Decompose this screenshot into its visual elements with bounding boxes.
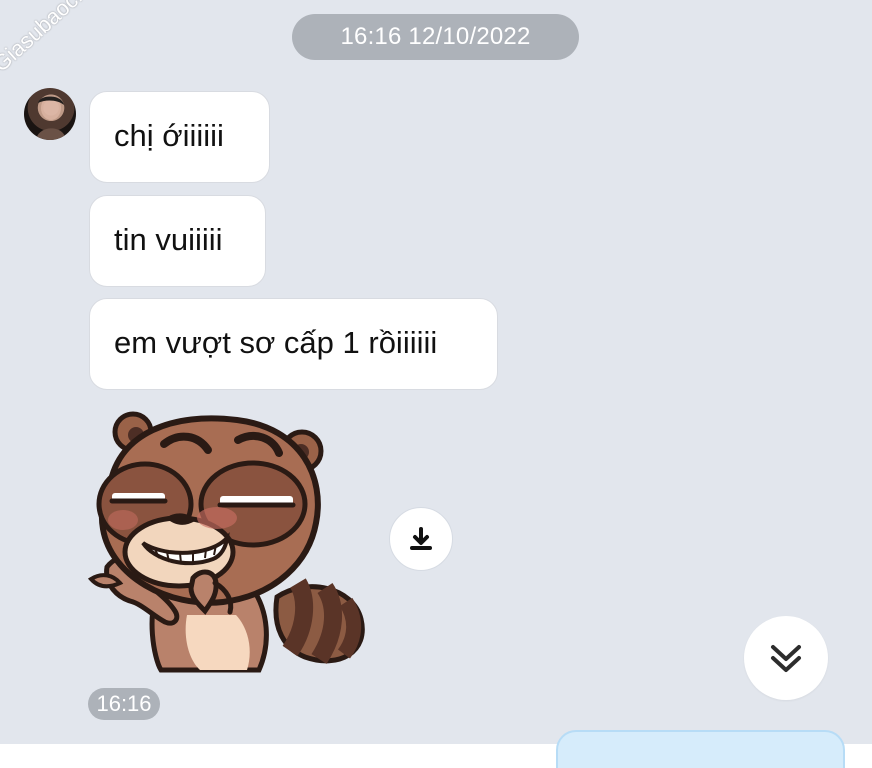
message-time: 16:16 xyxy=(88,688,160,720)
chat-screen: 16:16 12/10/2022 Giasubaochau.net chị ới… xyxy=(0,0,872,768)
download-button[interactable] xyxy=(389,507,453,571)
raccoon-sticker[interactable] xyxy=(87,407,371,675)
double-chevron-down-icon xyxy=(771,645,801,672)
scroll-down-button[interactable] xyxy=(744,616,828,700)
message-text-3: em vượt sơ cấp 1 rồiiiiii xyxy=(114,325,438,360)
message-text-2: tin vuiiiii xyxy=(114,222,223,257)
watermark-text: Giasubaochau.net xyxy=(0,0,138,77)
message-bubble-3[interactable]: em vượt sơ cấp 1 rồiiiiii xyxy=(89,298,498,390)
avatar-image xyxy=(36,96,66,140)
download-icon xyxy=(410,527,432,550)
avatar[interactable] xyxy=(24,88,76,140)
message-bubble-1[interactable]: chị ớiiiiii xyxy=(89,91,270,183)
outgoing-message-peek[interactable] xyxy=(556,730,845,768)
date-separator: 16:16 12/10/2022 xyxy=(292,14,579,60)
message-bubble-2[interactable]: tin vuiiiii xyxy=(89,195,266,287)
message-text-1: chị ớiiiiii xyxy=(114,118,224,153)
